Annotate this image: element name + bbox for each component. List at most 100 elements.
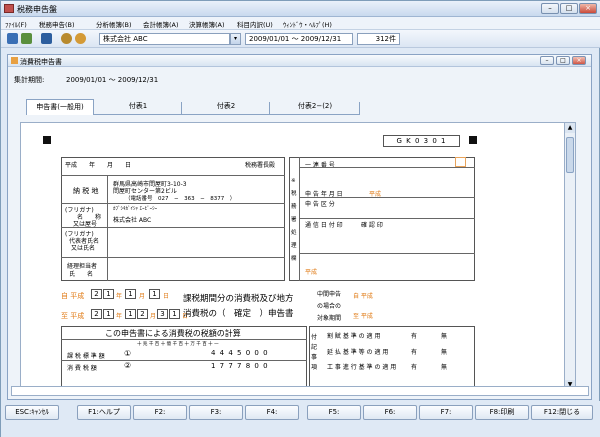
taxable-base-label: 課 税 標 準 額 [67, 353, 105, 360]
period-from-month[interactable]: 1 [125, 289, 136, 299]
divider [61, 175, 285, 176]
consumption-tax-label: 消 費 税 額 [67, 365, 97, 372]
tab-schedule-1[interactable]: 付表1 [94, 99, 182, 115]
period-from-era: 自 平成 [61, 292, 85, 300]
f4-button[interactable]: F4: [245, 405, 299, 420]
company-name: 株式会社 ABC [113, 217, 152, 224]
close-button[interactable]: × [579, 3, 597, 14]
interim-to-era: 至 平成 [353, 313, 373, 320]
tab-application[interactable]: 申告書(一般用) [26, 99, 94, 115]
title-bar: 税務申告盤 – □ × [1, 1, 600, 17]
tab-separator [181, 102, 182, 114]
month-unit: 月 [139, 293, 146, 300]
period-from-day[interactable]: 1 [149, 289, 160, 299]
notice-date-label: 通 信 日 付 印 [305, 222, 343, 229]
menu-window-help[interactable]: ｳｨﾝﾄﾞｳ・ﾍﾙﾌﾟ(H) [283, 19, 332, 29]
f3-button[interactable]: F3: [189, 405, 243, 420]
f6-button[interactable]: F6: [363, 405, 417, 420]
period-to-year[interactable]: 2 [91, 309, 102, 319]
period-from-year[interactable]: 2 [91, 289, 102, 299]
note-installment: 割 賦 基 準 の 適 用 [327, 333, 381, 340]
period-to-year-2[interactable]: 1 [103, 309, 114, 319]
period-to-day[interactable]: 3 [157, 309, 168, 319]
dropdown-icon[interactable]: ▾ [230, 33, 241, 45]
serial-box[interactable] [455, 157, 466, 167]
save-icon[interactable] [7, 33, 18, 44]
esc-cancel-button[interactable]: ESC:ｷｬﾝｾﾙ [5, 405, 59, 420]
document-icon [11, 57, 18, 64]
minimize-button[interactable]: – [541, 3, 559, 14]
consumption-tax-value: 1 7 7 7 8 0 0 [211, 362, 269, 370]
period-to-month[interactable]: 1 [125, 309, 136, 319]
divider [61, 360, 307, 361]
interim-label-1: 中間申告 [317, 291, 342, 298]
month-unit: 月 [150, 313, 157, 320]
scroll-thumb[interactable] [566, 137, 574, 173]
tax-form-area: G K 0 3 0 1 平成 年 月 日 税務署長殿 納 税 地 群馬県高崎市問… [20, 122, 576, 391]
tab-separator [359, 102, 360, 114]
menu-breakdown[interactable]: 科目内訳(U) [237, 19, 273, 29]
yes-label: 有 [411, 364, 418, 371]
wrench-icon[interactable] [61, 33, 72, 44]
window-title: 税務申告盤 [17, 5, 57, 14]
year-unit: 年 [116, 293, 123, 300]
name-kana: ｶﾌﾞｼｷｶﾞｲｼｬ ｴｰﾋﾞｰｼｰ [113, 206, 158, 212]
child-close-button[interactable]: × [572, 56, 586, 65]
tax-return-window: 消費税申告書 – □ × 集計期間: 2009/01/01 〜 2009/12/… [7, 54, 592, 400]
office-era: 平成 [305, 269, 318, 276]
f1-help-button[interactable]: F1:ヘルプ [77, 405, 131, 420]
calc-title: この申告書による消費税の税額の計算 [105, 329, 241, 338]
divider [299, 218, 475, 219]
menu-tax[interactable]: 税務申告(B) [39, 19, 75, 29]
divider [299, 253, 475, 254]
period-field[interactable]: 2009/01/01 〜 2009/12/31 [245, 33, 353, 45]
interim-label-3: 対象期間 [317, 315, 342, 322]
vertical-scrollbar[interactable]: ▲ ▼ [564, 122, 576, 391]
status-bar [11, 386, 589, 396]
representative-label-2: 又は氏名 [71, 245, 96, 252]
tab-schedule-2[interactable]: 付表2 [182, 99, 270, 115]
child-minimize-button[interactable]: – [540, 56, 554, 65]
scroll-up-icon[interactable]: ▲ [565, 123, 575, 133]
menu-bar: ﾌｧｲﾙ(F) 税務申告(B) 分析帳簿(B) 会計帳簿(A) 決算帳簿(A) … [1, 17, 600, 30]
menu-ledger[interactable]: 会計帳簿(A) [143, 19, 179, 29]
app-window: 税務申告盤 – □ × ﾌｧｲﾙ(F) 税務申告(B) 分析帳簿(B) 会計帳簿… [0, 0, 600, 437]
row-number-2: ② [124, 361, 132, 370]
yes-label: 有 [411, 349, 418, 356]
tab-schedule-2-2[interactable]: 付表2−(2) [270, 99, 360, 115]
menu-analysis[interactable]: 分析帳簿(B) [96, 19, 132, 29]
row-number-1: ① [124, 349, 132, 358]
menu-file[interactable]: ﾌｧｲﾙ(F) [5, 19, 27, 29]
no-label: 無 [441, 349, 448, 356]
company-field[interactable]: 株式会社 ABC [99, 33, 230, 45]
note-construction: 工 事 進 行 基 準 の 適 用 [327, 364, 397, 371]
f8-print-button[interactable]: F8:印刷 [475, 405, 529, 420]
notes-sidebar: 付記事項 [311, 334, 318, 371]
child-maximize-button[interactable]: □ [556, 56, 570, 65]
period-from-year-2[interactable]: 1 [103, 289, 114, 299]
divider [61, 257, 285, 258]
yes-label: 有 [411, 333, 418, 340]
period-label: 集計期間: [14, 76, 45, 84]
search-icon[interactable] [75, 33, 86, 44]
period-value: 2009/01/01 〜 2009/12/31 [66, 76, 159, 84]
maximize-button[interactable]: □ [560, 3, 578, 14]
f7-button[interactable]: F7: [419, 405, 473, 420]
period-to-day-2[interactable]: 1 [169, 309, 180, 319]
corner-mark [43, 136, 51, 144]
toolbar: 株式会社 ABC ▾ 2009/01/01 〜 2009/12/31 312件 [1, 30, 600, 48]
digit-units: 十 兆 千 百 十 億 千 百 十 万 千 百 十 一 [137, 342, 219, 347]
category-label: 申 告 区 分 [305, 201, 335, 208]
child-title-bar: 消費税申告書 – □ × [8, 55, 591, 67]
period-to-month-2[interactable]: 2 [137, 309, 148, 319]
print-icon[interactable] [21, 33, 32, 44]
f2-button[interactable]: F2: [133, 405, 187, 420]
interim-from-era: 自 平成 [353, 293, 373, 300]
f12-close-button[interactable]: F12:閉じる [531, 405, 593, 420]
divider [61, 203, 285, 204]
tax-office-label: 税務署長殿 [245, 162, 276, 169]
divider [299, 157, 300, 281]
menu-settlement[interactable]: 決算帳簿(A) [189, 19, 225, 29]
mail-icon[interactable] [41, 33, 52, 44]
f5-button[interactable]: F5: [307, 405, 361, 420]
